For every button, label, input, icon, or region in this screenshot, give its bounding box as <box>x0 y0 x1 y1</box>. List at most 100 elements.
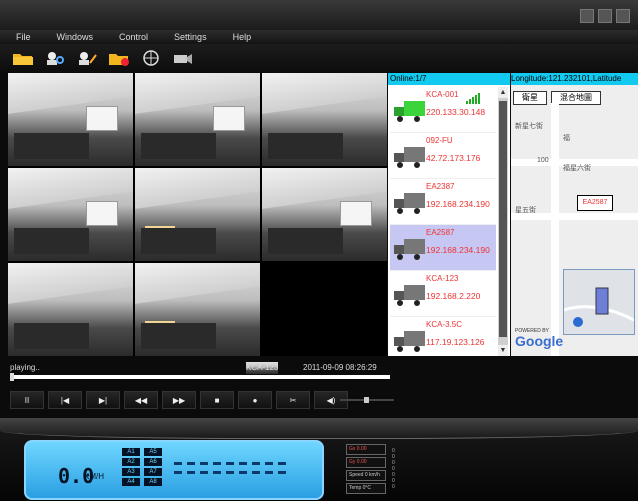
truck-icon <box>394 331 425 352</box>
satellite-button[interactable]: 衛星 <box>513 91 547 105</box>
user-search-icon[interactable] <box>44 49 66 67</box>
menu-settings[interactable]: Settings <box>158 30 217 44</box>
vehicle-item-selected[interactable]: EA2587 192.168.234.190 <box>390 225 496 271</box>
gauge-scale: 0000000 <box>392 448 395 490</box>
camera-view-1[interactable] <box>8 73 133 166</box>
current-vehicle: KCA-123 <box>246 362 279 374</box>
vehicle-name: KCA-3.5C <box>426 320 463 329</box>
map-label: 新星七街 <box>515 123 543 130</box>
sensor-indicator: A4 <box>122 478 140 486</box>
vehicle-ip: 192.168.2.220 <box>426 291 481 301</box>
sensor-indicators: A1 A5 A2 A6 A3 A7 A4 A8 <box>122 448 162 486</box>
folder-delete-icon[interactable] <box>108 49 130 67</box>
gy-readout: Gy 0.00 <box>346 457 386 468</box>
open-folder-icon[interactable] <box>12 49 34 67</box>
sensor-indicator: A3 <box>122 468 140 476</box>
scroll-up-icon[interactable]: ▲ <box>498 87 508 98</box>
scroll-down-icon[interactable]: ▼ <box>498 345 508 356</box>
menu-help[interactable]: Help <box>217 30 262 44</box>
truck-icon <box>394 147 425 168</box>
vehicle-item[interactable]: KCA-123 192.168.2.220 <box>390 271 496 317</box>
fast-forward-button[interactable]: ▶▶ <box>162 391 196 409</box>
playback-state: playing.. <box>10 363 40 372</box>
cut-button[interactable]: ✂ <box>276 391 310 409</box>
camera-view-5[interactable] <box>135 168 260 261</box>
menu-file[interactable]: File <box>0 30 41 44</box>
truck-icon <box>394 239 425 260</box>
stop-button[interactable]: ■ <box>200 391 234 409</box>
vehicle-item[interactable]: EA2387 192.168.234.190 <box>390 179 496 225</box>
camera-view-2[interactable] <box>135 73 260 166</box>
vehicle-name: KCA-001 <box>426 90 459 99</box>
truck-icon <box>394 285 425 306</box>
map-label: 星五街 <box>515 207 536 214</box>
record-button[interactable]: ● <box>238 391 272 409</box>
seek-handle[interactable] <box>10 373 14 381</box>
dashboard-trim <box>0 418 638 439</box>
vehicle-name: 092-FU <box>426 136 453 145</box>
user-edit-icon[interactable] <box>76 49 98 67</box>
speed-unit: KM/H <box>84 472 104 481</box>
menu-bar: File Windows Control Settings Help <box>0 30 638 44</box>
map-label: 100 <box>537 157 549 164</box>
playback-datetime: 2011-09-09 08:26:29 <box>303 363 377 372</box>
rewind-button[interactable]: ◀◀ <box>124 391 158 409</box>
vehicle-panel: Online:1/7 KCA-001 220.133.30.148 092-FU… <box>388 73 510 356</box>
menu-windows[interactable]: Windows <box>41 30 104 44</box>
map-panel[interactable]: Longitude:121.232101,Latitude 衛星 混合地圖 新星… <box>511 73 638 356</box>
next-button[interactable]: ▶| <box>86 391 120 409</box>
vehicle-name: EA2387 <box>426 182 455 191</box>
camera-view-6[interactable] <box>262 168 387 261</box>
camera-view-4[interactable] <box>8 168 133 261</box>
vehicle-item[interactable]: 092-FU 42.72.173.176 <box>390 133 496 179</box>
vehicle-map-marker[interactable]: EA2587 <box>577 195 613 211</box>
seek-bar[interactable] <box>10 373 390 381</box>
vehicle-dashboard: 0.0 KM/H A1 A5 A2 A6 A3 A7 A4 A8 Gx 0.00… <box>0 418 638 501</box>
vehicle-ip: 42.72.173.176 <box>426 153 481 163</box>
minimap-icon <box>563 287 635 327</box>
overview-minimap[interactable] <box>563 269 635 335</box>
scroll-thumb[interactable] <box>499 101 507 337</box>
camera-view-9[interactable] <box>262 263 387 356</box>
sensor-indicator: A5 <box>144 448 162 456</box>
vehicle-list: KCA-001 220.133.30.148 092-FU 42.72.173.… <box>390 87 496 356</box>
playback-controls: II |◀ ▶| ◀◀ ▶▶ ■ ● ✂ ◀) <box>10 391 380 409</box>
sensor-indicator: A1 <box>122 448 140 456</box>
close-button[interactable] <box>616 9 630 23</box>
temperature-readout: Temp 0°C <box>346 483 386 494</box>
vehicle-ip: 117.19.123.126 <box>426 337 485 347</box>
menu-control[interactable]: Control <box>103 30 158 44</box>
sensor-indicator: A2 <box>122 458 140 466</box>
camera-view-8[interactable] <box>135 263 260 356</box>
gx-readout: Gx 0.00 <box>346 444 386 455</box>
google-logo: Google <box>515 333 564 349</box>
previous-button[interactable]: |◀ <box>48 391 82 409</box>
toolbar <box>0 44 638 72</box>
vehicle-ip: 192.168.234.190 <box>426 245 490 255</box>
vehicle-name: EA2587 <box>426 228 455 237</box>
camera-view-3[interactable] <box>262 73 387 166</box>
pause-button[interactable]: II <box>10 391 44 409</box>
g-sensor-panel: Gx 0.00 Gy 0.00 Speed 0 km/h Temp 0°C <box>346 444 386 494</box>
window-controls <box>580 9 630 23</box>
minimize-button[interactable] <box>580 9 594 23</box>
volume-handle[interactable] <box>364 397 369 403</box>
speed-readout: Speed 0 km/h <box>346 470 386 481</box>
volume-slider[interactable] <box>340 397 394 403</box>
truck-icon <box>394 101 425 122</box>
vehicle-ip: 192.168.234.190 <box>426 199 490 209</box>
title-bar <box>0 0 638 30</box>
camera-icon[interactable] <box>172 49 194 67</box>
signal-icon <box>466 93 480 104</box>
sensor-indicator: A7 <box>144 468 162 476</box>
maximize-button[interactable] <box>598 9 612 23</box>
camera-grid <box>8 73 387 356</box>
network-icon[interactable] <box>140 49 162 67</box>
vehicle-item[interactable]: KCA-3.5C 117.19.123.126 <box>390 317 496 356</box>
app-window: File Windows Control Settings Help Onlin… <box>0 0 638 501</box>
vehicle-item[interactable]: KCA-001 220.133.30.148 <box>390 87 496 133</box>
vehicle-list-scrollbar[interactable]: ▲ ▼ <box>498 87 508 356</box>
map-label: 福 <box>563 135 570 142</box>
camera-view-7[interactable] <box>8 263 133 356</box>
vehicle-ip: 220.133.30.148 <box>426 107 486 117</box>
